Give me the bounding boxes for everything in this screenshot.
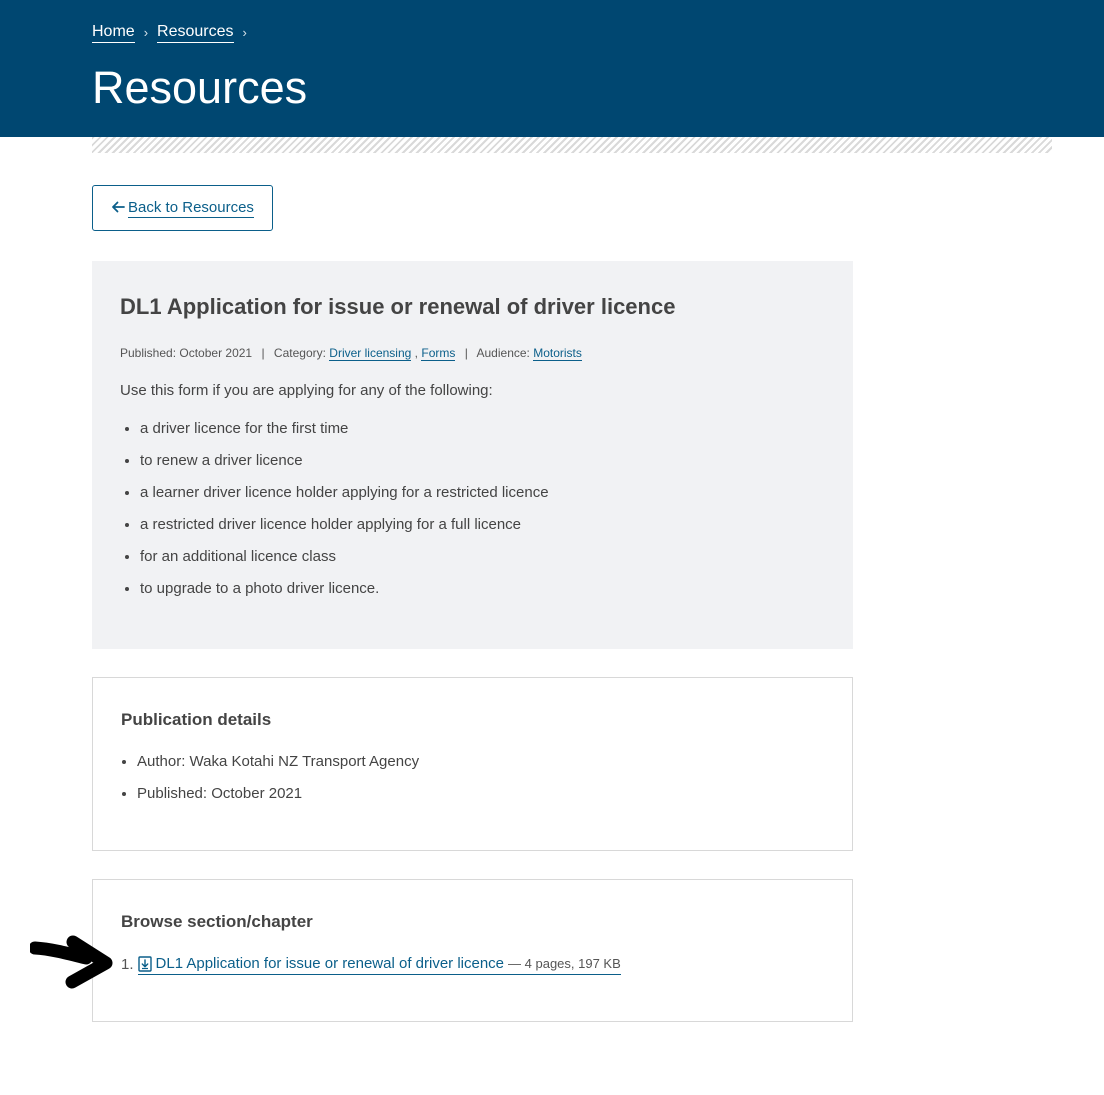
- breadcrumb-separator: ›: [242, 25, 247, 40]
- chapter-file-info: — 4 pages, 197 KB: [508, 956, 621, 971]
- list-item: for an additional licence class: [140, 547, 825, 567]
- breadcrumb-home-link[interactable]: Home: [92, 22, 135, 43]
- publication-details-heading: Publication details: [121, 710, 272, 729]
- list-item: to renew a driver licence: [140, 451, 825, 471]
- hatched-divider: [92, 137, 1052, 153]
- category-link-forms[interactable]: Forms: [421, 346, 456, 361]
- audience-label: Audience:: [476, 346, 530, 360]
- category-link-driver-licensing[interactable]: Driver licensing: [329, 346, 412, 361]
- list-item: to upgrade to a photo driver licence.: [140, 579, 825, 599]
- list-item: Published: October 2021: [137, 784, 824, 804]
- meta-divider: |: [464, 346, 468, 360]
- category-separator: ,: [414, 346, 419, 360]
- audience-link-motorists[interactable]: Motorists: [533, 346, 582, 361]
- back-to-resources-label: Back to Resources: [128, 199, 254, 218]
- chapter-download-link[interactable]: DL1 Application for issue or renewal of …: [137, 954, 621, 975]
- resource-use-list: a driver licence for the first time to r…: [120, 419, 825, 599]
- resource-title: DL1 Application for issue or renewal of …: [120, 294, 676, 319]
- list-item: a driver licence for the first time: [140, 419, 825, 439]
- published-label: Published:: [120, 346, 177, 360]
- category-label: Category:: [273, 346, 326, 360]
- meta-divider: |: [261, 346, 265, 360]
- chapter-link-label: DL1 Application for issue or renewal of …: [155, 955, 505, 972]
- breadcrumb-separator: ›: [143, 25, 149, 40]
- back-to-resources-button[interactable]: Back to Resources: [92, 185, 273, 231]
- list-item: Author: Waka Kotahi NZ Transport Agency: [137, 752, 824, 772]
- publication-details-list: Author: Waka Kotahi NZ Transport Agency …: [121, 752, 824, 804]
- resource-meta: Published: October 2021 | Category: Driv…: [120, 345, 825, 361]
- resource-description: Use this form if you are applying for an…: [120, 382, 493, 399]
- chapter-item: 1. DL1 Application for issue or renewal …: [121, 954, 824, 975]
- published-value: October 2021: [179, 346, 253, 360]
- chapter-list: 1. DL1 Application for issue or renewal …: [121, 954, 824, 975]
- page-header: Home › Resources › Resources: [0, 0, 1104, 137]
- pointing-arrow-annotation-icon: [28, 934, 114, 995]
- page-title: Resources: [92, 62, 308, 113]
- resource-summary-card: DL1 Application for issue or renewal of …: [92, 261, 853, 649]
- arrow-left-icon: [111, 200, 125, 217]
- publication-details-panel: Publication details Author: Waka Kotahi …: [92, 677, 853, 851]
- download-document-icon: [137, 956, 152, 972]
- browse-heading: Browse section/chapter: [121, 912, 313, 931]
- chapter-number: 1.: [121, 955, 134, 973]
- list-item: a restricted driver licence holder apply…: [140, 515, 825, 535]
- list-item: a learner driver licence holder applying…: [140, 483, 825, 503]
- breadcrumb-resources-link[interactable]: Resources: [157, 22, 234, 43]
- browse-chapters-panel: Browse section/chapter 1. DL1 Applicatio…: [92, 879, 853, 1022]
- breadcrumb: Home › Resources ›: [92, 22, 256, 43]
